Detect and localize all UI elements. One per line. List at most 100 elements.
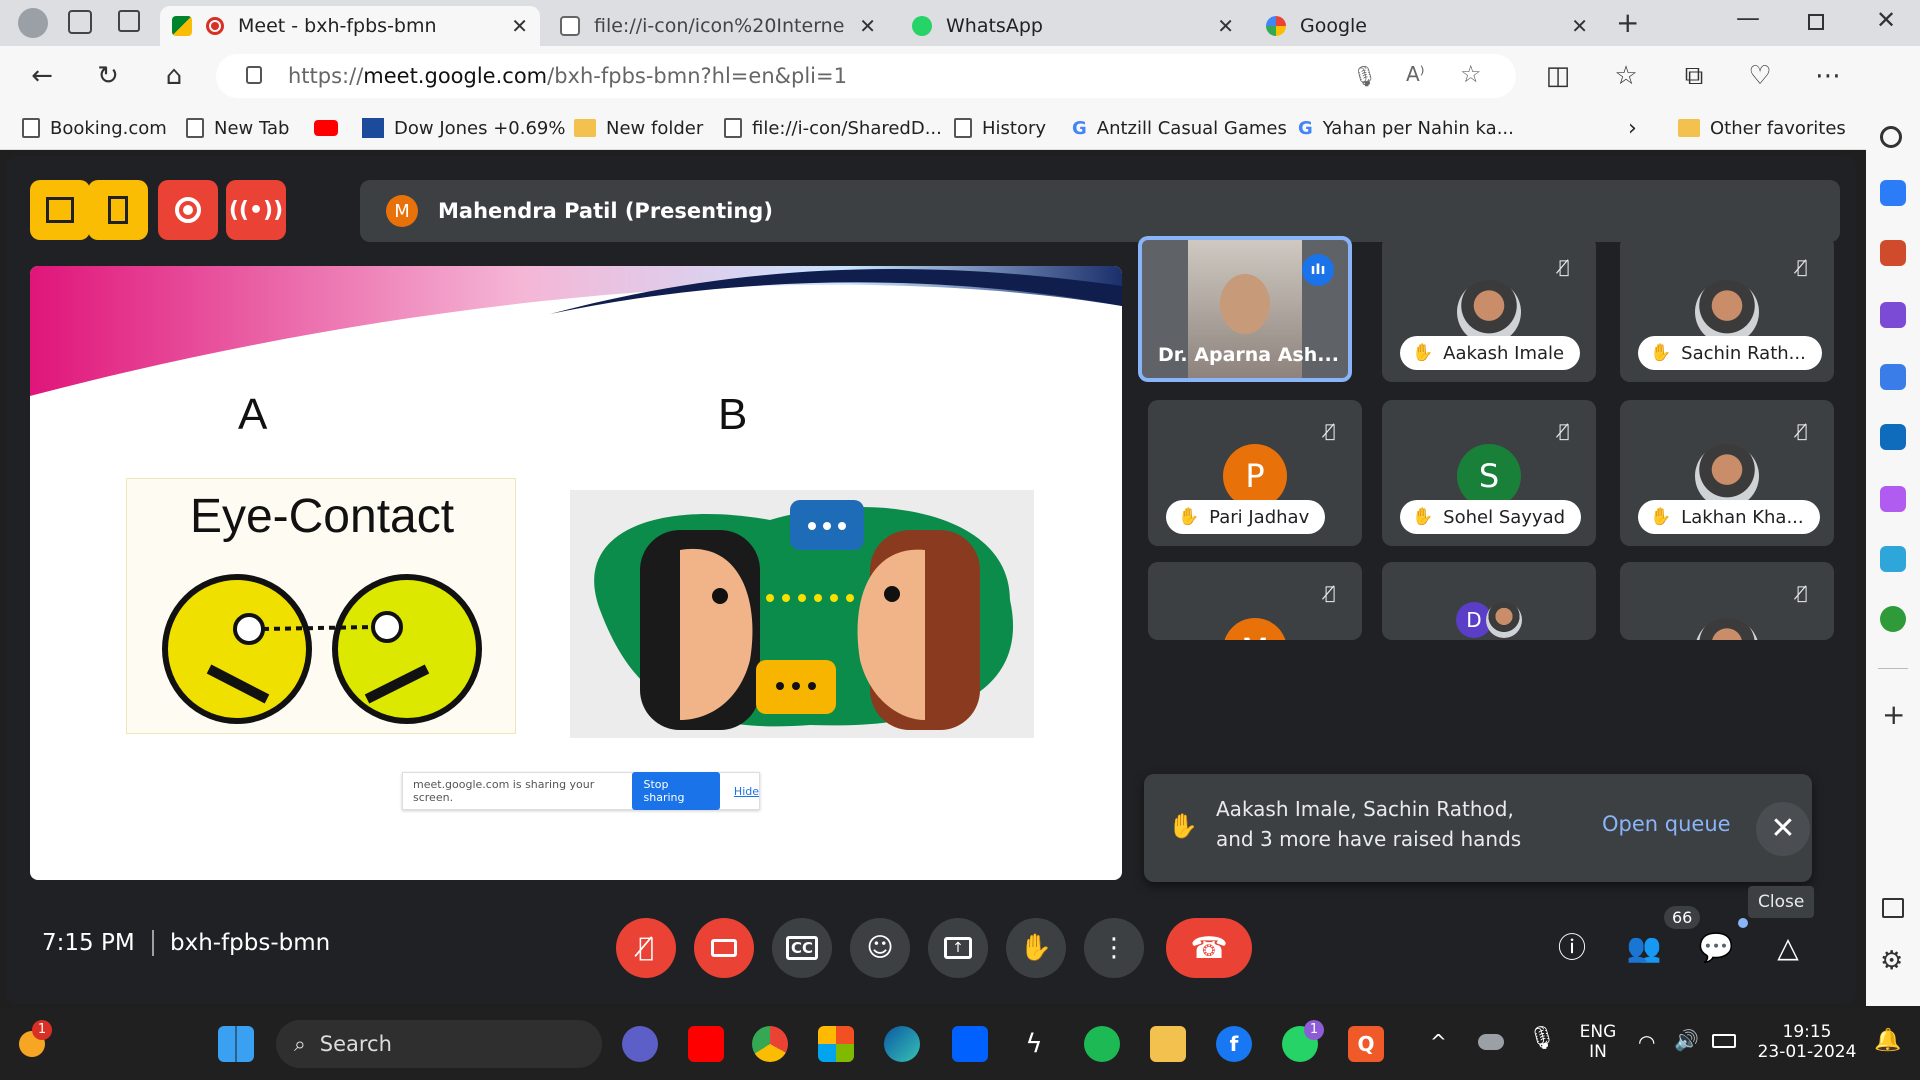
more-options-button[interactable]: ⋮ xyxy=(1084,918,1144,978)
tab-file[interactable]: file://i-con/icon%20Internet%20 ✕ xyxy=(548,6,888,46)
tab-meet[interactable]: Meet - bxh-fpbs-bmn ✕ xyxy=(160,6,540,46)
close-tab-icon[interactable]: ✕ xyxy=(859,14,876,38)
settings-gear-icon[interactable]: ⚙ xyxy=(1880,946,1903,976)
language-indicator[interactable]: ENG IN xyxy=(1576,1022,1620,1062)
bookmark-new-folder[interactable]: New folder xyxy=(574,114,703,142)
teams-meet-icon[interactable] xyxy=(622,1026,658,1062)
stop-sharing-button[interactable]: Stop sharing xyxy=(631,772,720,810)
onedrive-icon[interactable] xyxy=(1478,1034,1504,1050)
split-screen-icon[interactable]: ◫ xyxy=(1542,60,1574,92)
participant-tile[interactable]: D xyxy=(1382,562,1596,640)
tab-google[interactable]: Google ✕ xyxy=(1254,6,1600,46)
file-explorer-icon[interactable] xyxy=(1150,1026,1186,1062)
tray-chevron-icon[interactable]: ^ xyxy=(1430,1030,1447,1054)
other-favorites[interactable]: Other favorites xyxy=(1678,114,1846,142)
participant-tile[interactable]: 🎙̸ P ✋ Pari Jadhav xyxy=(1148,400,1362,546)
camera-toggle-button[interactable] xyxy=(694,918,754,978)
bookmark-yahan[interactable]: G Yahan per Nahin ka... xyxy=(1298,114,1514,142)
meeting-info-button[interactable]: ⓘ xyxy=(1552,928,1592,968)
games-icon[interactable] xyxy=(1880,302,1906,328)
clock[interactable]: 19:15 23-01-2024 xyxy=(1752,1022,1862,1062)
close-tab-icon[interactable]: ✕ xyxy=(1571,14,1588,38)
open-queue-button[interactable]: Open queue xyxy=(1602,812,1731,836)
tools-icon[interactable] xyxy=(1880,240,1906,266)
spotify-icon[interactable] xyxy=(1084,1026,1120,1062)
battery-icon[interactable] xyxy=(1712,1034,1736,1048)
telegram-icon[interactable] xyxy=(1880,546,1906,572)
bookmark-new-tab[interactable]: New Tab xyxy=(186,114,289,142)
live-stream-button[interactable]: ((•)) xyxy=(226,180,286,240)
add-sidebar-app-icon[interactable]: + xyxy=(1882,698,1905,731)
microphone-icon[interactable]: 🎙 xyxy=(1352,64,1377,88)
designer-icon[interactable] xyxy=(1880,486,1906,512)
workspaces-icon[interactable] xyxy=(68,10,92,34)
favorites-icon[interactable]: ☆ xyxy=(1610,60,1642,92)
favorite-star-icon[interactable]: ☆ xyxy=(1460,60,1482,88)
bookmark-history[interactable]: History xyxy=(954,114,1046,142)
bookmark-shared[interactable]: file://i-con/SharedD... xyxy=(724,114,942,142)
reactions-button[interactable]: ☺ xyxy=(850,918,910,978)
notifications-bell-icon[interactable]: 🔔 xyxy=(1874,1028,1901,1053)
outlook-icon[interactable] xyxy=(1880,424,1906,450)
back-button[interactable]: ← xyxy=(26,60,58,92)
refresh-button[interactable]: ↻ xyxy=(92,60,124,92)
tree-icon[interactable] xyxy=(1880,606,1906,632)
chrome-icon[interactable] xyxy=(752,1026,788,1062)
edge-icon[interactable] xyxy=(884,1026,920,1062)
microsoft-store-icon[interactable] xyxy=(818,1026,854,1062)
volume-icon[interactable]: 🔊 xyxy=(1674,1028,1699,1052)
wifi-icon[interactable]: ◠ xyxy=(1638,1030,1655,1054)
home-button[interactable]: ⌂ xyxy=(158,60,190,92)
dropbox-icon[interactable] xyxy=(952,1026,988,1062)
people-button[interactable]: 👥 xyxy=(1624,928,1664,968)
breakout-rooms-button[interactable] xyxy=(88,180,148,240)
facebook-icon[interactable]: f xyxy=(1216,1026,1252,1062)
browser-essentials-icon[interactable]: ♡ xyxy=(1744,60,1776,92)
participant-tile[interactable]: 🎙̸ ✋ Lakhan Kha... xyxy=(1620,400,1834,546)
raise-hand-button[interactable]: ✋ xyxy=(1006,918,1066,978)
microsoft-365-icon[interactable] xyxy=(1880,364,1906,390)
activities-button[interactable]: △ xyxy=(1768,928,1808,968)
search-icon[interactable] xyxy=(1880,126,1902,148)
bookmark-dow-jones[interactable]: Dow Jones +0.69% xyxy=(362,114,565,142)
address-bar-input[interactable]: https://meet.google.com/bxh-fpbs-bmn?hl=… xyxy=(216,54,1516,98)
q-app-icon[interactable]: Q xyxy=(1348,1026,1384,1062)
participant-tile[interactable]: 🎙̸ S ✋ Sohel Sayyad xyxy=(1382,400,1596,546)
microphone-icon[interactable]: 🎙 xyxy=(1528,1026,1556,1051)
participant-tile[interactable]: ıIı Dr. Aparna Ash... xyxy=(1138,236,1352,382)
more-menu-icon[interactable]: ⋯ xyxy=(1812,60,1844,92)
new-tab-button[interactable]: + xyxy=(1616,6,1639,39)
bookmark-antzill[interactable]: G Antzill Casual Games xyxy=(1072,114,1287,142)
read-aloud-icon[interactable]: A⁾ xyxy=(1406,62,1425,86)
participant-tile[interactable]: 🎙̸ ✋ Sachin Rath... xyxy=(1620,236,1834,382)
bookmark-booking[interactable]: Booking.com xyxy=(22,114,167,142)
hide-notice-link[interactable]: Hide xyxy=(734,785,759,798)
taskbar-search-box[interactable]: ⌕ Search xyxy=(276,1020,602,1068)
collections-icon[interactable]: ⧉ xyxy=(1678,60,1710,92)
bookmarks-overflow-chevron-icon[interactable]: › xyxy=(1628,114,1637,142)
captions-button[interactable]: CC xyxy=(772,918,832,978)
restore-button[interactable] xyxy=(1808,14,1824,30)
microphone-toggle-button[interactable]: 🎙̸ xyxy=(616,918,676,978)
host-controls-button[interactable] xyxy=(30,180,90,240)
tab-whatsapp[interactable]: WhatsApp ✕ xyxy=(900,6,1246,46)
close-tab-icon[interactable]: ✕ xyxy=(511,14,528,38)
shopping-tag-icon[interactable] xyxy=(1880,180,1906,206)
chat-button[interactable]: 💬 xyxy=(1696,928,1736,968)
participant-tile[interactable]: 🎙̸ xyxy=(1620,562,1834,640)
leave-call-button[interactable]: ☎ xyxy=(1166,918,1252,978)
youtube-icon[interactable] xyxy=(688,1026,724,1062)
app-lightning-icon[interactable]: ϟ xyxy=(1016,1026,1052,1062)
participant-tile[interactable]: 🎙̸ ✋ Aakash Imale xyxy=(1382,236,1596,382)
start-windows-icon[interactable] xyxy=(218,1026,254,1062)
minimize-button[interactable]: — xyxy=(1736,4,1760,32)
hide-sidebar-icon[interactable] xyxy=(1882,898,1904,918)
profile-avatar[interactable] xyxy=(18,8,48,38)
close-tab-icon[interactable]: ✕ xyxy=(1217,14,1234,38)
close-notification-button[interactable]: ✕ xyxy=(1756,802,1810,856)
close-window-button[interactable]: ✕ xyxy=(1876,6,1896,34)
tab-actions-icon[interactable] xyxy=(118,10,140,32)
recording-button[interactable] xyxy=(158,180,218,240)
participant-tile[interactable]: 🎙̸ M xyxy=(1148,562,1362,640)
present-screen-button[interactable]: ↑ xyxy=(928,918,988,978)
